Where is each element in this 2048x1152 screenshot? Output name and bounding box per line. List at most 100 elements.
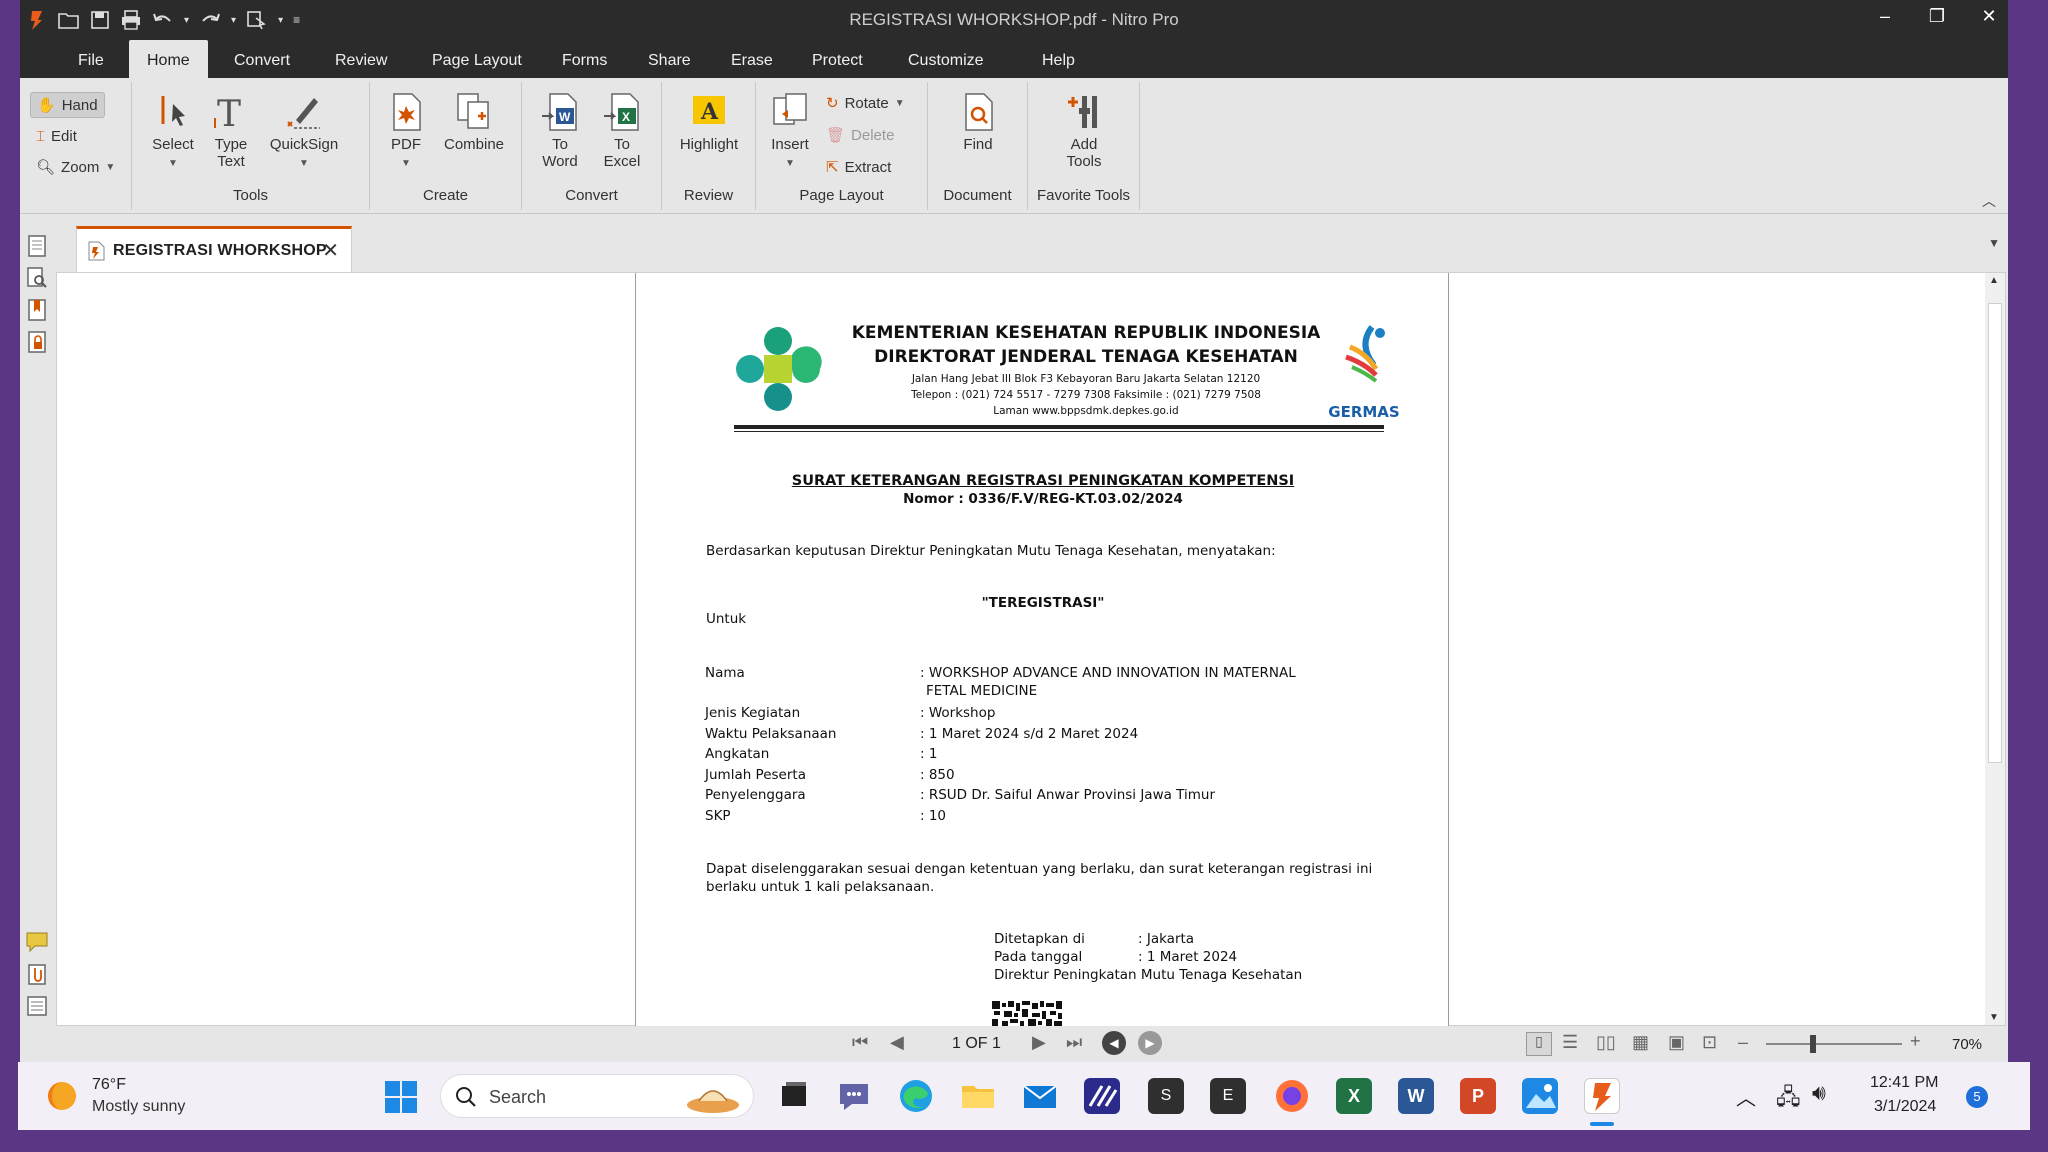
menu-forms[interactable]: Forms <box>544 40 625 78</box>
bookmarks-panel-icon[interactable] <box>25 298 49 322</box>
edit-tool-button[interactable]: ⌶ Edit <box>30 123 83 149</box>
fit-width-icon[interactable]: ⊡ <box>1702 1032 1717 1053</box>
svg-text:A: A <box>700 99 719 125</box>
clock-time[interactable]: 12:41 PM <box>1870 1074 1938 1092</box>
word-icon[interactable]: W <box>1398 1078 1434 1114</box>
to-excel-button[interactable]: X To Excel <box>594 92 650 170</box>
search-panel-icon[interactable] <box>25 266 49 290</box>
zoom-in-icon[interactable]: + <box>1910 1031 1921 1052</box>
file-explorer-icon[interactable] <box>960 1078 996 1114</box>
menu-file[interactable]: File <box>60 40 122 78</box>
add-tools-button[interactable]: Add Tools <box>1052 92 1116 170</box>
to-word-label-1: To <box>552 136 568 153</box>
select-button[interactable]: Select ▼ <box>146 92 200 170</box>
vertical-scrollbar[interactable]: ▲ ▼ <box>1985 273 2005 1025</box>
task-view-icon[interactable] <box>776 1078 812 1114</box>
zoom-slider-thumb[interactable] <box>1810 1035 1816 1053</box>
next-page-icon[interactable]: ▶ <box>1032 1032 1046 1053</box>
field-label-nama: Nama <box>705 665 745 681</box>
zoom-out-icon[interactable]: – <box>1738 1032 1748 1053</box>
fit-page-icon[interactable]: ▣ <box>1668 1032 1685 1053</box>
document-tab[interactable]: REGISTRASI WHORKSHOP ✕ <box>76 226 352 272</box>
single-page-view-icon[interactable]: ▯ <box>1526 1032 1552 1056</box>
menu-erase[interactable]: Erase <box>713 40 791 78</box>
nitro-taskbar-icon[interactable] <box>1584 1078 1620 1114</box>
menu-convert[interactable]: Convert <box>216 40 308 78</box>
last-page-icon[interactable]: ⏭ <box>1066 1032 1082 1053</box>
photos-icon[interactable] <box>1522 1078 1558 1114</box>
search-highlight-icon <box>687 1090 739 1113</box>
collapse-ribbon-icon[interactable]: ︿ <box>1982 191 1996 211</box>
clock-date[interactable]: 3/1/2024 <box>1874 1098 1936 1116</box>
back-view-icon[interactable]: ◀ <box>1102 1031 1126 1055</box>
find-button[interactable]: Find <box>946 92 1010 153</box>
zoom-level[interactable]: 70% <box>1952 1036 1982 1053</box>
close-tab-icon[interactable]: ✕ <box>322 238 339 263</box>
security-panel-icon[interactable] <box>25 330 49 354</box>
output-panel-icon[interactable] <box>25 994 49 1018</box>
extract-button[interactable]: ⇱ Extract <box>820 154 897 180</box>
hand-tool-button[interactable]: ✋ Hand <box>30 92 105 118</box>
weather-desc[interactable]: Mostly sunny <box>92 1098 185 1116</box>
delete-button[interactable]: 🗑︎ Delete <box>820 122 900 148</box>
network-icon[interactable]: 🖧︎ <box>1776 1080 1801 1118</box>
continuous-view-icon[interactable]: ☰ <box>1562 1032 1578 1053</box>
create-pdf-button[interactable]: PDF ▼ <box>382 92 430 170</box>
stats-app-icon[interactable] <box>1084 1078 1120 1114</box>
menu-customize[interactable]: Customize <box>890 40 1002 78</box>
scroll-up-icon[interactable]: ▲ <box>1989 275 1999 286</box>
scrollbar-thumb[interactable] <box>1988 303 2002 763</box>
teams-chat-icon[interactable] <box>836 1078 872 1114</box>
tray-overflow-icon[interactable]: ︿ <box>1736 1082 1756 1111</box>
pages-panel-icon[interactable] <box>25 234 49 258</box>
rotate-button[interactable]: ↻ Rotate ▼ <box>820 90 911 116</box>
rotate-label: Rotate <box>844 94 889 112</box>
zoom-slider[interactable] <box>1766 1035 1902 1053</box>
comments-panel-icon[interactable] <box>25 930 49 954</box>
window-title: REGISTRASI WHORKSHOP.pdf - Nitro Pro <box>849 10 1179 29</box>
restore-icon[interactable]: ❐ <box>1926 6 1948 27</box>
forward-view-icon[interactable]: ▶ <box>1138 1031 1162 1055</box>
facing-view-icon[interactable]: ▯▯ <box>1596 1032 1616 1053</box>
menu-help[interactable]: Help <box>1024 40 1093 78</box>
menu-protect[interactable]: Protect <box>794 40 881 78</box>
ribbon-group-convert: W To Word X To Excel Convert <box>522 82 662 210</box>
notification-badge[interactable]: 5 <box>1966 1086 1988 1108</box>
menu-review[interactable]: Review <box>317 40 405 78</box>
page-indicator[interactable]: 1 OF 1 <box>952 1035 1001 1053</box>
prev-page-icon[interactable]: ◀ <box>890 1032 904 1053</box>
firefox-icon[interactable] <box>1274 1078 1310 1114</box>
menu-page-layout[interactable]: Page Layout <box>414 40 540 78</box>
windows-start-icon[interactable] <box>384 1080 418 1114</box>
weather-sun-icon[interactable] <box>44 1078 80 1114</box>
weather-temp[interactable]: 76°F <box>92 1076 126 1094</box>
excel-icon[interactable]: X <box>1336 1078 1372 1114</box>
select-dropdown-icon: ▼ <box>168 158 178 169</box>
powerpoint-icon[interactable]: P <box>1460 1078 1496 1114</box>
volume-icon[interactable]: 🔊︎ <box>1812 1080 1826 1106</box>
minimize-icon[interactable]: – <box>1874 6 1896 27</box>
highlight-label: Highlight <box>679 136 739 153</box>
first-page-icon[interactable]: ⏮ <box>852 1032 868 1053</box>
insert-button[interactable]: Insert ▼ <box>762 92 818 170</box>
quicksign-button[interactable]: QuickSign ▼ <box>262 92 346 170</box>
to-word-button[interactable]: W To Word <box>532 92 588 170</box>
combine-button[interactable]: Combine <box>436 92 512 153</box>
mail-icon[interactable] <box>1022 1078 1058 1114</box>
menu-share[interactable]: Share <box>630 40 709 78</box>
facing-continuous-view-icon[interactable]: ▦ <box>1632 1032 1649 1053</box>
menu-home[interactable]: Home <box>129 40 208 78</box>
document-viewer[interactable]: KEMENTERIAN KESEHATAN REPUBLIK INDONESIA… <box>56 272 2006 1027</box>
app-e-icon[interactable]: E <box>1210 1078 1246 1114</box>
attachments-panel-icon[interactable] <box>25 962 49 986</box>
taskbar-search-box[interactable]: Search <box>440 1074 754 1118</box>
scroll-down-icon[interactable]: ▼ <box>1989 1012 1999 1023</box>
type-text-button[interactable]: T Type Text <box>206 92 256 170</box>
zoom-tool-button[interactable]: 🔍︎ Zoom ▼ <box>30 154 121 180</box>
edge-browser-icon[interactable] <box>898 1078 934 1114</box>
highlight-button[interactable]: A Highlight <box>668 92 750 153</box>
tab-list-dropdown-icon[interactable]: ▼ <box>1988 236 2000 250</box>
app-s-icon[interactable]: S <box>1148 1078 1184 1114</box>
close-window-icon[interactable]: ✕ <box>1978 6 2000 27</box>
letterhead-phone: Telepon : (021) 724 5517 - 7279 7308 Fak… <box>911 389 1261 401</box>
